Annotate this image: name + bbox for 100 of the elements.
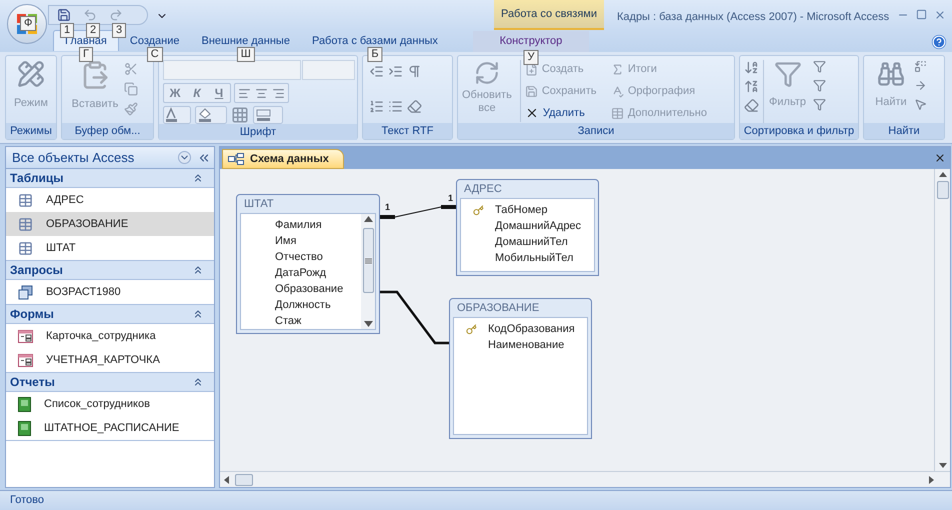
clear-sort-icon[interactable] [744,98,759,113]
redo-icon [109,8,123,22]
replace-icon[interactable] [914,60,927,73]
field-name[interactable]: КодОбразования [488,320,575,338]
table-icon [18,216,33,232]
save-button[interactable] [57,8,71,22]
filter-icon[interactable] [813,60,826,73]
relationship-line[interactable] [378,205,458,219]
field-name[interactable]: Фамилия [275,216,322,234]
align-center-icon[interactable] [255,86,268,100]
spelling-icon [610,84,624,98]
scroll-thumb[interactable] [936,181,948,199]
keytip: Г [78,47,93,62]
cut-icon[interactable] [124,62,138,76]
group-header[interactable]: Формы [6,305,214,324]
scroll-thumb[interactable] [362,228,374,293]
scroll-thumb[interactable] [235,474,253,486]
table-window[interactable]: ШТАТ Фамилия Имя Отчество ДатаРожд Образование Должность Стаж [236,194,380,334]
nav-item[interactable]: АДРЕС [6,188,214,212]
key-icon [472,204,484,216]
align-left-icon[interactable] [238,86,251,100]
field-name[interactable]: Наименование [488,336,564,354]
increase-indent-icon[interactable] [388,64,403,79]
cardinality-label: 1 [385,202,390,212]
sort-ascending-icon[interactable] [744,60,759,75]
form-icon [18,330,33,342]
refresh-icon [474,60,500,86]
undo-button[interactable] [83,8,97,22]
collapse-icon [192,376,204,388]
nav-item[interactable]: Карточка_сотрудника [6,324,214,348]
group-header[interactable]: Таблицы [6,169,214,188]
scroll-left-icon[interactable] [224,476,229,484]
field-name[interactable]: ДатаРожд [275,264,326,282]
vertical-scrollbar[interactable] [934,169,950,471]
field-name[interactable]: Отчество [275,248,323,266]
scroll-right-icon[interactable] [929,476,934,484]
paragraph-icon[interactable] [407,64,422,79]
copy-icon[interactable] [124,82,138,96]
scroll-down-icon[interactable] [364,321,372,327]
nav-item[interactable]: ШТАТ [6,236,214,260]
keytip: Ш [236,47,255,62]
group-label: Текст RTF [382,124,434,139]
context-tab-header: Работа со связями [494,0,604,30]
maximize-icon[interactable] [916,9,927,20]
collapse-icon [192,264,204,276]
cardinality-label: 1 [448,193,454,203]
field-name[interactable]: Имя [275,232,296,250]
table-window[interactable]: ОБРАЗОВАНИЕ КодОбразования Наименование [449,298,592,439]
group-header[interactable]: Запросы [6,261,214,280]
redo-button[interactable] [109,8,123,22]
close-icon[interactable] [934,152,946,164]
scroll-down-icon[interactable] [938,463,946,468]
document-tab[interactable]: Схема данных [222,149,344,169]
record-button[interactable]: Удалить [524,104,609,122]
nav-item[interactable]: ОБРАЗОВАНИЕ [6,212,214,236]
gridlines-icon[interactable] [231,106,249,124]
binoculars-icon [877,60,905,88]
filter-icon[interactable] [813,79,826,92]
horizontal-scrollbar[interactable] [220,471,950,487]
align-right-icon[interactable] [272,86,285,100]
group-label: Буфер обм... [74,124,140,139]
table-title: ШТАТ [244,196,274,212]
table-window[interactable]: АДРЕС ТабНомер ДомашнийАдрес ДомашнийТел МобильныйТел [456,179,599,276]
dropdown-icon[interactable] [178,151,191,164]
field-name[interactable]: Образование [275,280,344,298]
scrollbar[interactable] [361,214,375,329]
format-painter-icon[interactable] [124,102,138,116]
field-name[interactable]: МобильныйТел [495,250,574,266]
nav-item[interactable]: ШТАТНОЕ_РАСПИСАНИЕ [6,416,214,440]
select-icon[interactable] [914,98,927,111]
scroll-up-icon[interactable] [364,216,372,222]
nav-item[interactable]: УЧЕТНАЯ_КАРТОЧКА [6,348,214,372]
save-icon [524,84,538,98]
nav-item[interactable]: ВОЗРАСТ1980 [6,280,214,304]
sort-descending-icon[interactable] [744,79,759,94]
decrease-indent-icon[interactable] [369,64,384,79]
relationship-line[interactable] [380,290,449,344]
field-name[interactable]: ДомашнийТел [495,234,568,250]
table-icon [18,240,33,256]
keytip: С [146,47,163,62]
window-title: Кадры : база данных (Access 2007) - Microsoft Access [617,10,890,25]
pencil-ruler-icon [17,60,45,88]
field-name[interactable]: Должность [275,296,331,314]
nav-item[interactable]: Список_сотрудников [6,392,214,416]
fill-color-icon[interactable] [195,106,227,124]
scroll-up-icon[interactable] [938,172,946,177]
go-to-icon[interactable] [914,79,927,92]
keytip: Ф [20,16,36,31]
filter-icon[interactable] [813,98,826,111]
font-color-icon[interactable] [163,106,191,124]
alternate-fill-icon[interactable] [253,106,283,124]
close-icon[interactable] [934,9,946,21]
keytip: Б [367,47,383,62]
field-name[interactable]: ДомашнийАдрес [495,218,582,234]
field-name[interactable]: Стаж [275,312,302,329]
numbered-list-icon[interactable] [369,98,384,114]
bullet-list-icon[interactable] [388,98,403,114]
group-header[interactable]: Отчеты [6,373,214,392]
help-icon[interactable] [932,35,946,49]
field-name[interactable]: ТабНомер [495,202,548,218]
